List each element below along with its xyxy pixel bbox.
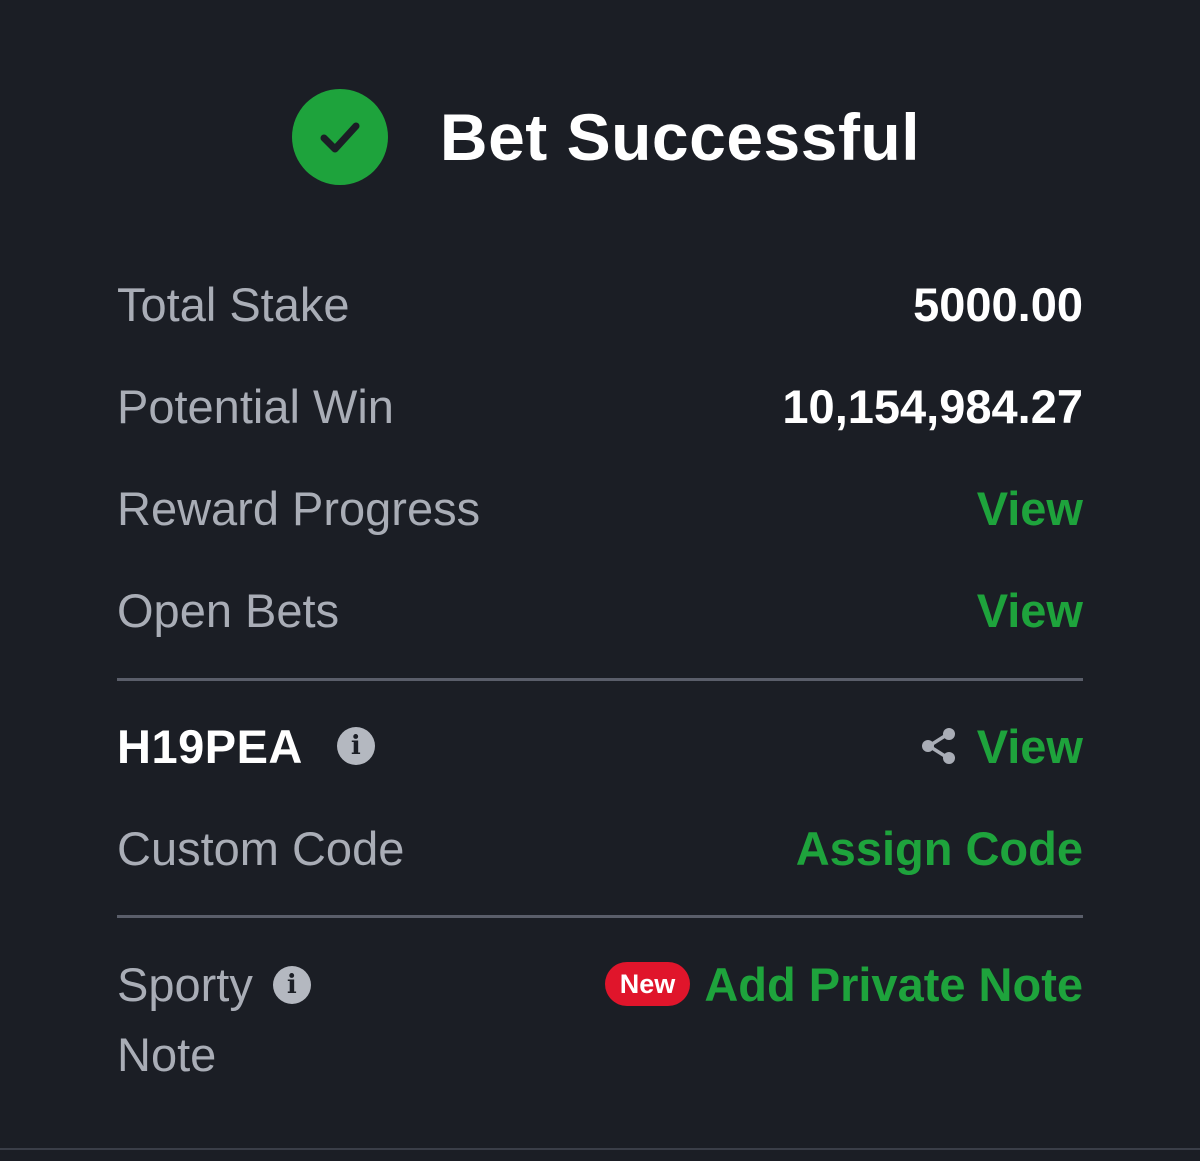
sporty-note-label-line1: Sporty bbox=[117, 958, 253, 1011]
divider bbox=[117, 678, 1083, 681]
add-note-row: New Add Private Note bbox=[447, 954, 1083, 1014]
custom-code-row: Custom Code Assign Code bbox=[117, 818, 1083, 878]
info-icon[interactable]: i bbox=[272, 965, 311, 1004]
page-title: Bet Successful bbox=[439, 100, 921, 174]
open-bets-label: Open Bets bbox=[117, 583, 340, 637]
check-circle-icon bbox=[291, 89, 388, 185]
sporty-note-label: Sporty i Note bbox=[117, 950, 447, 1090]
info-icon[interactable]: i bbox=[336, 727, 375, 765]
sporty-note-label-line2: Note bbox=[117, 1028, 217, 1081]
booking-code-view-link[interactable]: View bbox=[977, 719, 1083, 774]
reward-progress-row: Reward Progress View bbox=[117, 478, 1083, 538]
custom-code-label: Custom Code bbox=[117, 821, 405, 875]
reward-progress-label: Reward Progress bbox=[117, 481, 481, 535]
reward-progress-view-link[interactable]: View bbox=[977, 481, 1083, 536]
new-badge: New bbox=[604, 961, 691, 1007]
success-header: Bet Successful bbox=[0, 88, 1200, 186]
booking-code: H19PEA bbox=[117, 719, 303, 773]
assign-code-link[interactable]: Assign Code bbox=[796, 821, 1083, 876]
booking-code-group: H19PEA i bbox=[117, 719, 375, 774]
add-private-note-link[interactable]: Add Private Note bbox=[704, 957, 1083, 1012]
booking-code-row: H19PEA i View bbox=[117, 716, 1083, 776]
potential-win-label: Potential Win bbox=[117, 379, 394, 433]
share-icon[interactable] bbox=[919, 726, 959, 766]
booking-code-actions: View bbox=[919, 719, 1083, 774]
total-stake-label: Total Stake bbox=[117, 277, 350, 331]
open-bets-row: Open Bets View bbox=[117, 580, 1083, 640]
open-bets-view-link[interactable]: View bbox=[977, 583, 1083, 638]
total-stake-value: 5000.00 bbox=[913, 277, 1083, 331]
total-stake-row: Total Stake 5000.00 bbox=[117, 274, 1083, 334]
potential-win-row: Potential Win 10,154,984.27 bbox=[117, 376, 1083, 436]
divider bbox=[117, 915, 1083, 918]
potential-win-value: 10,154,984.27 bbox=[782, 379, 1083, 433]
bottom-divider bbox=[0, 1148, 1200, 1150]
